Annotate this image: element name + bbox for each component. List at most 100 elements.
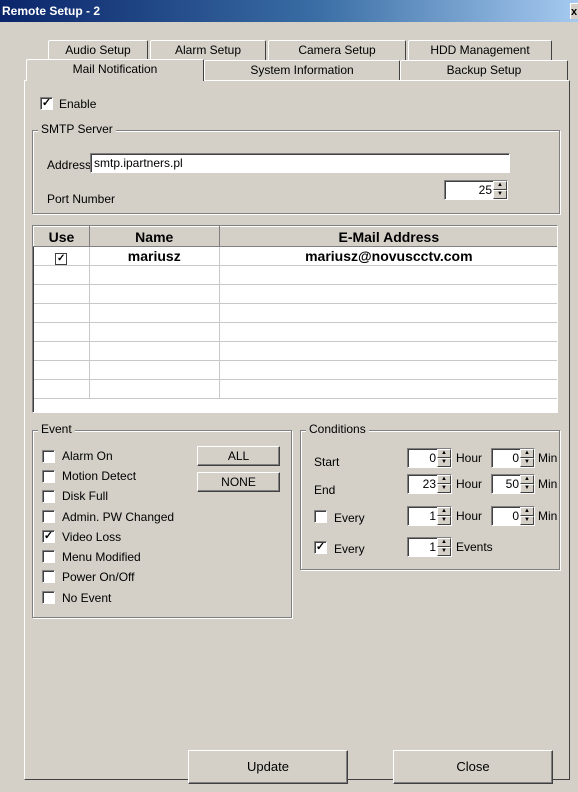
tab-alarm-setup[interactable]: Alarm Setup xyxy=(150,40,266,60)
table-row[interactable] xyxy=(33,284,557,304)
title-bar: Remote Setup - 2 x xyxy=(0,0,578,22)
disk-full-label: Disk Full xyxy=(62,489,109,503)
check-icon: ✓ xyxy=(43,530,54,542)
start-hour-value: 0 xyxy=(429,451,436,465)
tab-hdd-management[interactable]: HDD Management xyxy=(408,40,552,60)
video-loss-checkbox[interactable]: ✓ xyxy=(42,530,55,543)
enable-label: Enable xyxy=(59,97,97,111)
end-min-spinner[interactable]: 50 ▲ ▼ xyxy=(491,474,535,494)
down-arrow-icon[interactable]: ▼ xyxy=(520,516,534,525)
every-events-spinner[interactable]: 1 ▲ ▼ xyxy=(407,537,452,557)
up-arrow-icon[interactable]: ▲ xyxy=(437,507,451,516)
up-arrow-icon[interactable]: ▲ xyxy=(437,449,451,458)
motion-detect-label: Motion Detect xyxy=(62,469,137,483)
every-time-label: Every xyxy=(334,511,365,525)
every-min-value: 0 xyxy=(512,509,519,523)
end-min-label: Min xyxy=(538,477,558,491)
menu-modified-checkbox[interactable] xyxy=(42,550,55,563)
end-hour-spinner[interactable]: 23 ▲ ▼ xyxy=(407,474,452,494)
enable-checkbox[interactable]: ✓ xyxy=(40,97,53,110)
up-arrow-icon[interactable]: ▲ xyxy=(493,181,507,190)
address-label: Address xyxy=(47,158,92,172)
down-arrow-icon[interactable]: ▼ xyxy=(493,190,507,199)
conditions-title: Conditions xyxy=(306,422,369,436)
down-arrow-icon[interactable]: ▼ xyxy=(437,484,451,493)
disk-full-checkbox[interactable] xyxy=(42,490,55,503)
smtp-address-input[interactable]: smtp.ipartners.pl xyxy=(90,153,510,173)
email-cell[interactable]: mariusz@novuscctv.com xyxy=(219,246,557,266)
admin-pw-changed-label: Admin. PW Changed xyxy=(62,510,175,524)
end-hour-label: Hour xyxy=(456,477,483,491)
admin-pw-changed-checkbox[interactable] xyxy=(42,510,55,523)
table-row[interactable] xyxy=(33,341,557,361)
mail-recipient-table[interactable]: Use Name E-Mail Address ✓ mariusz marius… xyxy=(32,225,558,413)
every-min-label: Min xyxy=(538,509,558,523)
tab-backup-setup[interactable]: Backup Setup xyxy=(400,60,568,80)
name-cell[interactable]: mariusz xyxy=(89,246,220,266)
check-icon[interactable]: ✓ xyxy=(55,252,68,265)
no-event-checkbox[interactable] xyxy=(42,591,55,604)
down-arrow-icon[interactable]: ▼ xyxy=(520,484,534,493)
up-arrow-icon[interactable]: ▲ xyxy=(520,475,534,484)
start-min-spinner[interactable]: 0 ▲ ▼ xyxy=(491,448,535,468)
down-arrow-icon[interactable]: ▼ xyxy=(520,458,534,467)
all-button[interactable]: ALL xyxy=(197,446,280,466)
start-min-label: Min xyxy=(538,451,558,465)
tab-camera-setup[interactable]: Camera Setup xyxy=(268,40,406,60)
every-time-checkbox[interactable] xyxy=(314,510,327,523)
motion-detect-checkbox[interactable] xyxy=(42,470,55,483)
use-cell[interactable]: ✓ xyxy=(33,246,90,266)
tab-mail-notification[interactable]: Mail Notification xyxy=(26,59,204,81)
port-number-spinner[interactable]: 25 ▲ ▼ xyxy=(444,180,508,200)
alarm-on-label: Alarm On xyxy=(62,449,113,463)
up-arrow-icon[interactable]: ▲ xyxy=(520,507,534,516)
every-hour-value: 1 xyxy=(429,509,436,523)
every-hour-label: Hour xyxy=(456,509,483,523)
events-label: Events xyxy=(456,540,493,554)
start-min-value: 0 xyxy=(512,451,519,465)
table-row[interactable] xyxy=(33,265,557,285)
tab-system-information[interactable]: System Information xyxy=(204,60,400,80)
every-events-label: Every xyxy=(334,542,365,556)
port-number-value: 25 xyxy=(478,183,492,197)
close-button[interactable]: Close xyxy=(393,750,553,784)
start-hour-label: Hour xyxy=(456,451,483,465)
window-title: Remote Setup - 2 xyxy=(2,4,101,18)
down-arrow-icon[interactable]: ▼ xyxy=(437,458,451,467)
none-button[interactable]: NONE xyxy=(197,472,280,492)
every-hour-spinner[interactable]: 1 ▲ ▼ xyxy=(407,506,452,526)
down-arrow-icon[interactable]: ▼ xyxy=(437,547,451,556)
column-header-email[interactable]: E-Mail Address xyxy=(218,226,557,247)
alarm-on-checkbox[interactable] xyxy=(42,450,55,463)
tab-audio-setup[interactable]: Audio Setup xyxy=(48,40,148,60)
end-hour-value: 23 xyxy=(422,477,436,491)
down-arrow-icon[interactable]: ▼ xyxy=(437,516,451,525)
end-label: End xyxy=(314,483,336,497)
column-header-name[interactable]: Name xyxy=(88,226,220,247)
check-icon: ✓ xyxy=(315,541,326,553)
column-header-use[interactable]: Use xyxy=(33,226,90,247)
power-on-off-checkbox[interactable] xyxy=(42,570,55,583)
start-hour-spinner[interactable]: 0 ▲ ▼ xyxy=(407,448,452,468)
every-min-spinner[interactable]: 0 ▲ ▼ xyxy=(491,506,535,526)
menu-modified-label: Menu Modified xyxy=(62,550,141,564)
update-button[interactable]: Update xyxy=(188,750,348,784)
end-min-value: 50 xyxy=(505,477,519,491)
table-row[interactable] xyxy=(33,322,557,342)
table-row[interactable]: ✓ mariusz mariusz@novuscctv.com xyxy=(33,246,557,266)
every-events-checkbox[interactable]: ✓ xyxy=(314,541,327,554)
up-arrow-icon[interactable]: ▲ xyxy=(520,449,534,458)
close-icon[interactable]: x xyxy=(570,3,578,19)
up-arrow-icon[interactable]: ▲ xyxy=(437,538,451,547)
event-title: Event xyxy=(38,422,75,436)
table-row[interactable] xyxy=(33,303,557,323)
table-row[interactable] xyxy=(33,360,557,380)
every-events-value: 1 xyxy=(429,540,436,554)
up-arrow-icon[interactable]: ▲ xyxy=(437,475,451,484)
start-label: Start xyxy=(314,455,340,469)
video-loss-label: Video Loss xyxy=(62,530,122,544)
smtp-server-title: SMTP Server xyxy=(38,122,116,136)
table-row[interactable] xyxy=(33,379,557,399)
no-event-label: No Event xyxy=(62,591,112,605)
port-number-label: Port Number xyxy=(47,192,116,206)
